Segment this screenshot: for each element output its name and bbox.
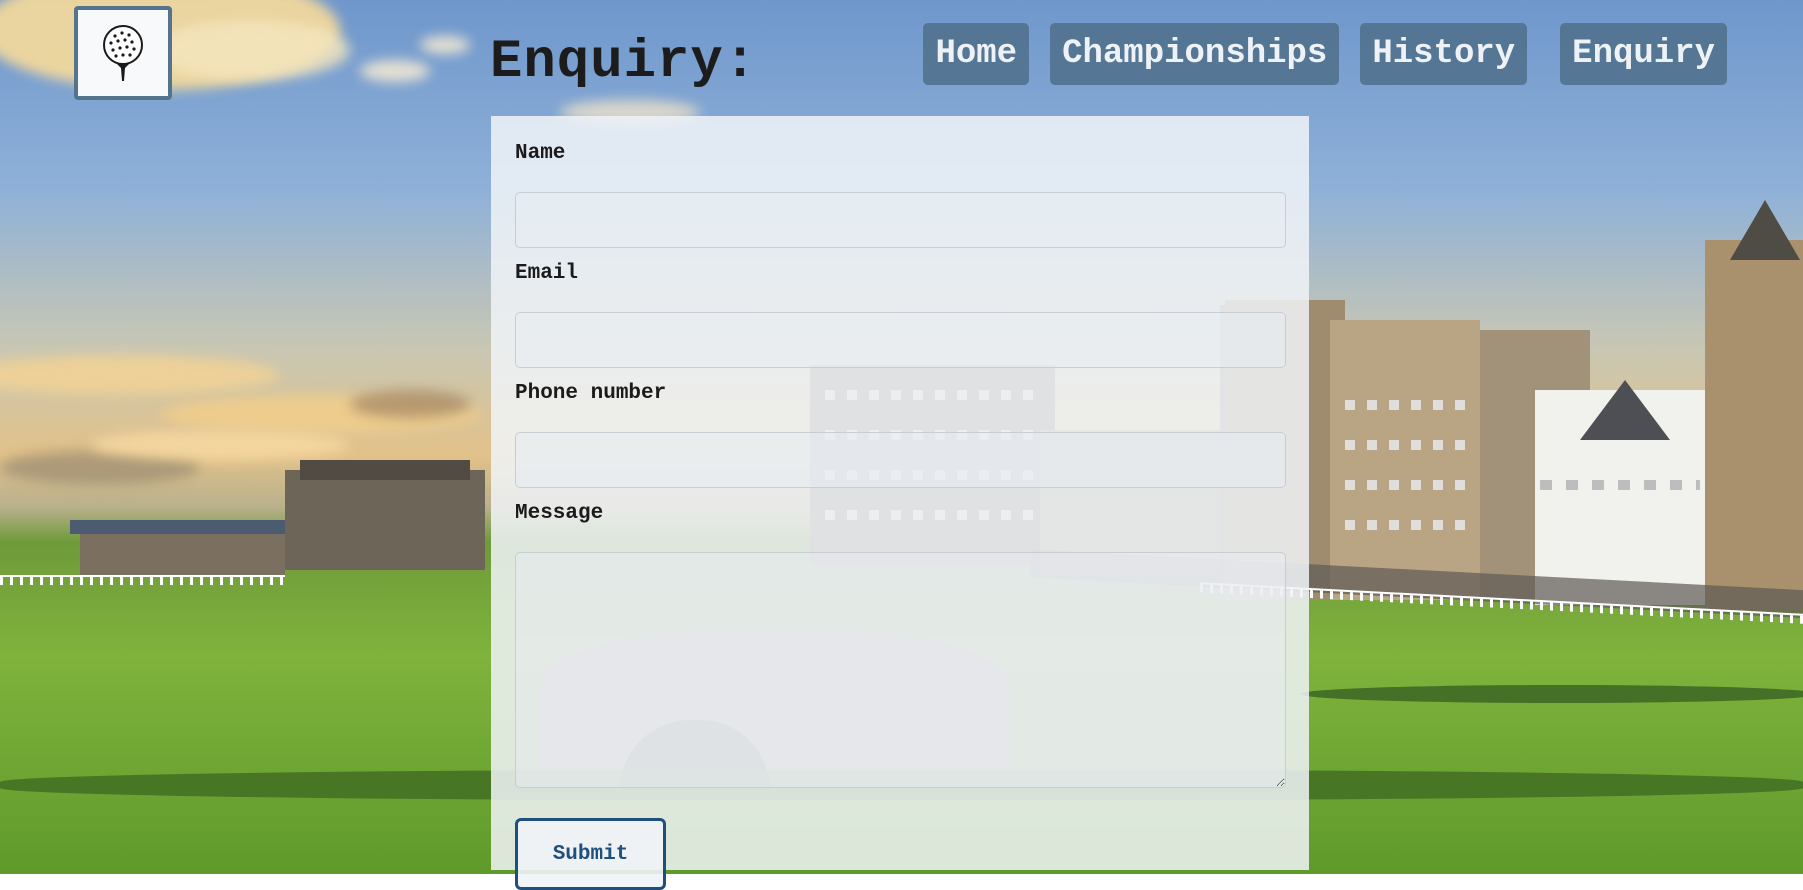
- nav-item-home[interactable]: Home: [923, 23, 1030, 85]
- message-label: Message: [515, 502, 604, 525]
- name-label: Name: [515, 142, 566, 165]
- email-label: Email: [515, 262, 579, 285]
- main-nav: Home Championships History Enquiry: [902, 23, 1727, 85]
- page-title: Enquiry:: [490, 32, 758, 93]
- email-input[interactable]: [515, 312, 1286, 368]
- enquiry-form: Name Email Phone number Message Submit: [491, 116, 1309, 890]
- nav-item-history[interactable]: History: [1360, 23, 1528, 85]
- site-logo[interactable]: [74, 6, 172, 100]
- nav-item-enquiry[interactable]: Enquiry: [1560, 23, 1727, 85]
- phone-number-input[interactable]: [515, 432, 1286, 488]
- nav-item-championships[interactable]: Championships: [1050, 23, 1340, 85]
- phone-number-label: Phone number: [515, 382, 667, 405]
- submit-button[interactable]: Submit: [515, 818, 666, 890]
- golf-ball-on-tee-icon: [103, 25, 143, 81]
- message-textarea[interactable]: [515, 552, 1286, 788]
- name-input[interactable]: [515, 192, 1286, 248]
